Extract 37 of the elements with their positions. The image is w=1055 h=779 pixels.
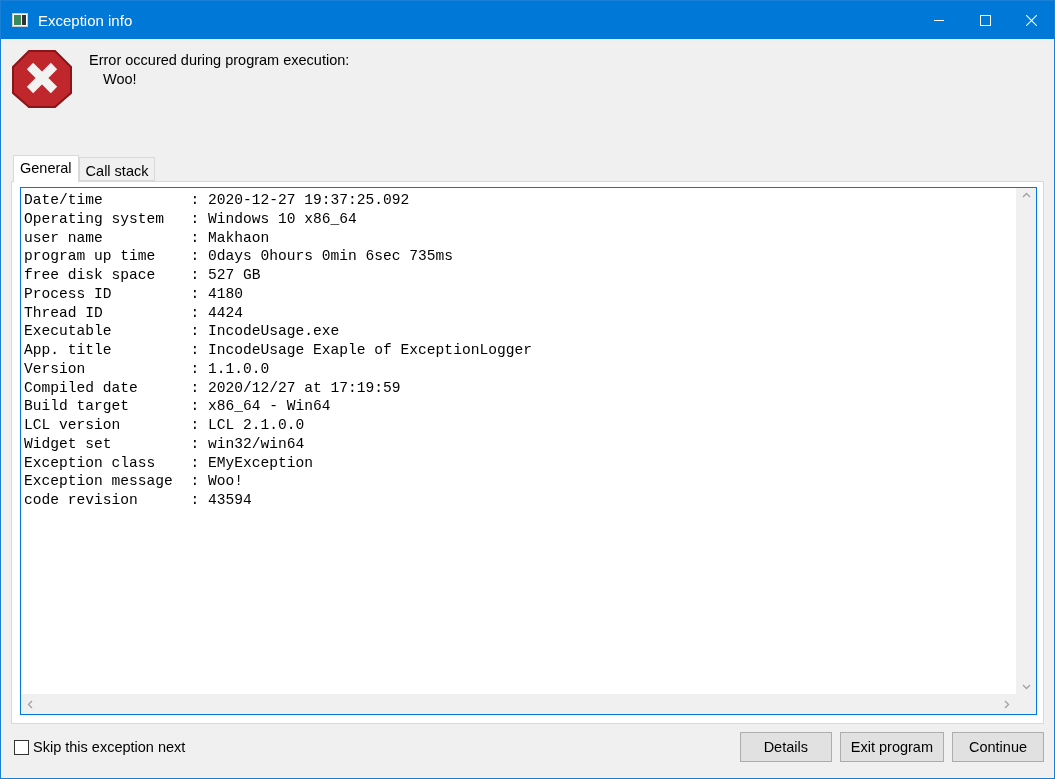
dialog-button[interactable]: Details	[739, 732, 832, 762]
maximize-icon[interactable]	[979, 14, 991, 26]
dialog-button[interactable]: Continue	[952, 732, 1044, 762]
checkbox[interactable]	[14, 739, 29, 755]
error-icon	[11, 49, 73, 111]
details-line: Exception message : Woo!	[24, 472, 244, 491]
scroll-right-icon[interactable]	[1004, 699, 1010, 709]
app-icon	[12, 13, 28, 27]
scroll-left-icon[interactable]	[27, 699, 33, 709]
scroll-down-icon[interactable]	[1021, 684, 1031, 690]
details-line: Executable : IncodeUsage.exe	[24, 322, 341, 341]
error-heading: Error occured during program execution:	[89, 52, 350, 68]
details-line: Process ID : 4180	[24, 284, 244, 304]
error-message: Woo!	[103, 71, 138, 87]
vertical-scrollbar[interactable]	[1016, 188, 1036, 694]
details-line: Exception class : EMyException	[24, 453, 314, 473]
tab[interactable]: Call stack	[78, 157, 156, 181]
details-line: Build target : x86_64 - Win64	[24, 397, 332, 416]
details-line: code revision : 43594	[24, 491, 253, 510]
details-line: user name : Makhaon	[24, 228, 271, 248]
details-line: Version : 1.1.0.0	[24, 359, 271, 379]
details-line: Thread ID : 4424	[24, 303, 244, 323]
scroll-up-icon[interactable]	[1021, 192, 1031, 198]
checkbox-label: Skip this exception next	[33, 739, 186, 755]
details-line: program up time : 0days 0hours 0min 6sec 735ms	[24, 247, 455, 266]
horizontal-scrollbar[interactable]	[21, 694, 1016, 714]
window-title: Exception info	[38, 11, 134, 29]
details-line: Compiled date : 2020/12/27 at 17:19:59	[24, 378, 402, 398]
details-line: LCL version : LCL 2.1.0.0	[24, 416, 306, 435]
dialog-button[interactable]: Exit program	[839, 732, 944, 762]
details-line: App. title : IncodeUsage Exaple of ExceptionLogger	[24, 341, 533, 360]
details-line: Date/time : 2020-12-27 19:37:25.092	[24, 191, 411, 210]
details-line: Operating system : Windows 10 x86_64	[24, 209, 358, 229]
details-line: Widget set : win32/win64	[24, 434, 306, 454]
tab[interactable]: General	[13, 155, 79, 182]
details-line: free disk space : 527 GB	[24, 266, 262, 285]
close-icon[interactable]	[1025, 14, 1037, 26]
